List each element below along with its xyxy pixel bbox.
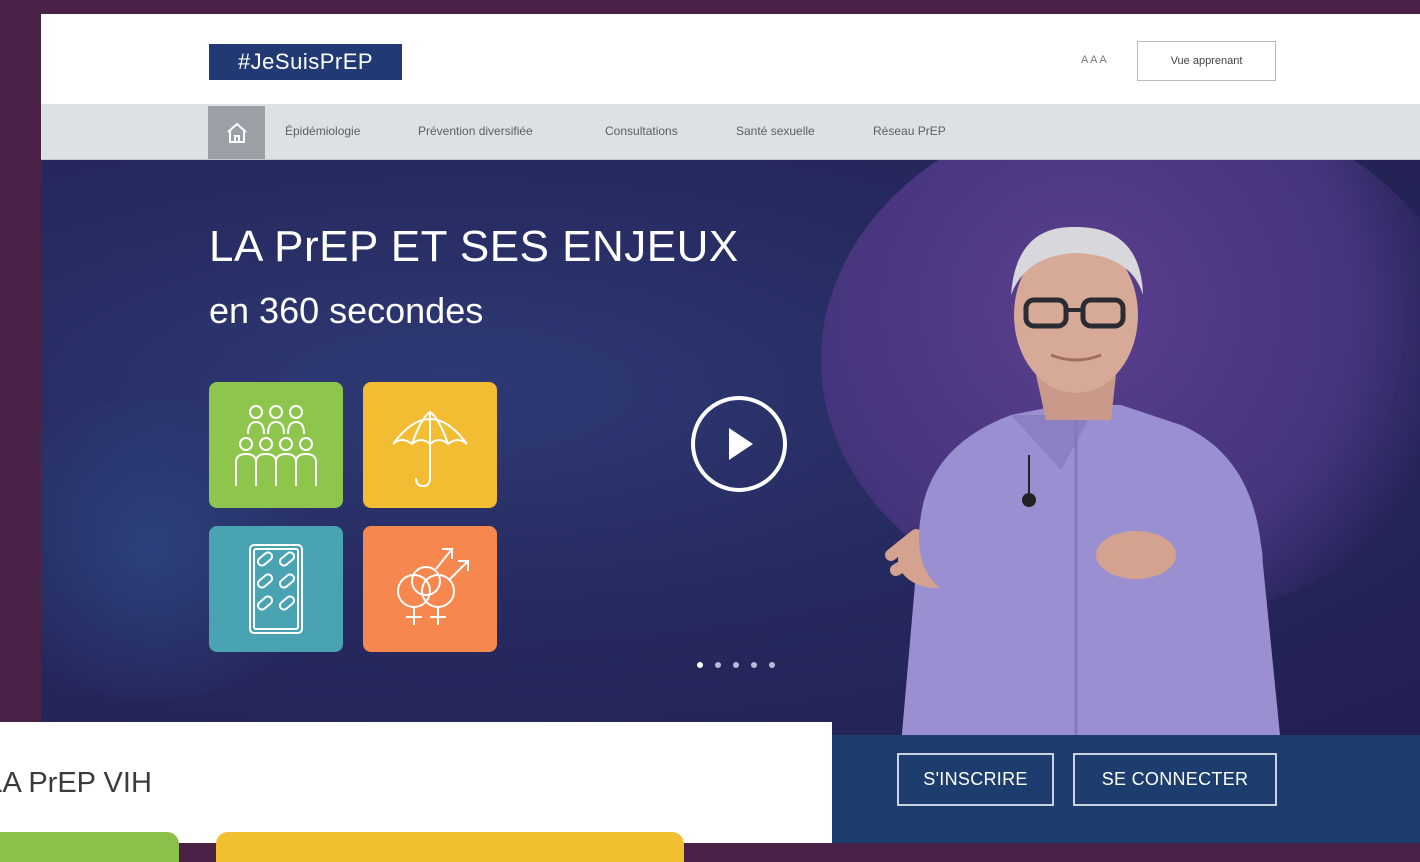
hero-title: LA PrEP ET SES ENJEUX: [209, 222, 739, 271]
carousel-dots: [697, 662, 775, 668]
section-heading: À LA PrEP VIH: [0, 767, 152, 799]
nav-item-prevention[interactable]: Prévention diversifiée: [418, 104, 533, 159]
tile-sexuality: [363, 526, 497, 652]
home-button[interactable]: [208, 106, 265, 159]
section-card: À LA PrEP VIH: [0, 722, 832, 862]
login-button[interactable]: SE CONNECTER: [1073, 753, 1277, 806]
home-icon: [226, 122, 247, 143]
people-group-icon: [235, 405, 317, 486]
tile-pills: [209, 526, 343, 652]
carousel-dot[interactable]: [715, 662, 721, 668]
gender-symbols-icon: [397, 548, 469, 625]
carousel-dot[interactable]: [697, 662, 703, 668]
carousel-dot[interactable]: [769, 662, 775, 668]
category-card-yellow[interactable]: [216, 832, 684, 862]
nav-item-reseau-prep[interactable]: Réseau PrEP: [873, 104, 946, 159]
site-header: #JeSuisPrEP A A A Vue apprenant: [41, 14, 1420, 104]
tile-protection: [363, 382, 497, 508]
category-card-green[interactable]: [0, 832, 179, 862]
play-icon: [729, 428, 753, 460]
nav-item-epidemiologie[interactable]: Épidémiologie: [285, 104, 360, 159]
tile-population: [209, 382, 343, 508]
web-page: #JeSuisPrEP A A A Vue apprenant Épidémio…: [41, 14, 1420, 843]
nav-item-sante-sexuelle[interactable]: Santé sexuelle: [736, 104, 815, 159]
signup-button[interactable]: S'INSCRIRE: [897, 753, 1054, 806]
hero-video[interactable]: LA PrEP ET SES ENJEUX en 360 secondes: [41, 160, 1420, 735]
presenter-image: [885, 226, 1280, 735]
nav-item-consultations[interactable]: Consultations: [605, 104, 678, 159]
umbrella-icon: [392, 410, 468, 488]
main-nav: Épidémiologie Prévention diversifiée Con…: [41, 104, 1420, 160]
font-size-control[interactable]: A A A: [1081, 54, 1107, 66]
play-button[interactable]: [691, 396, 787, 492]
pill-blister-icon: [249, 544, 303, 634]
appearance-button[interactable]: Vue apprenant: [1137, 41, 1276, 81]
hero-subtitle: en 360 secondes: [209, 290, 484, 331]
site-logo[interactable]: #JeSuisPrEP: [209, 44, 402, 80]
carousel-dot[interactable]: [733, 662, 739, 668]
carousel-dot[interactable]: [751, 662, 757, 668]
